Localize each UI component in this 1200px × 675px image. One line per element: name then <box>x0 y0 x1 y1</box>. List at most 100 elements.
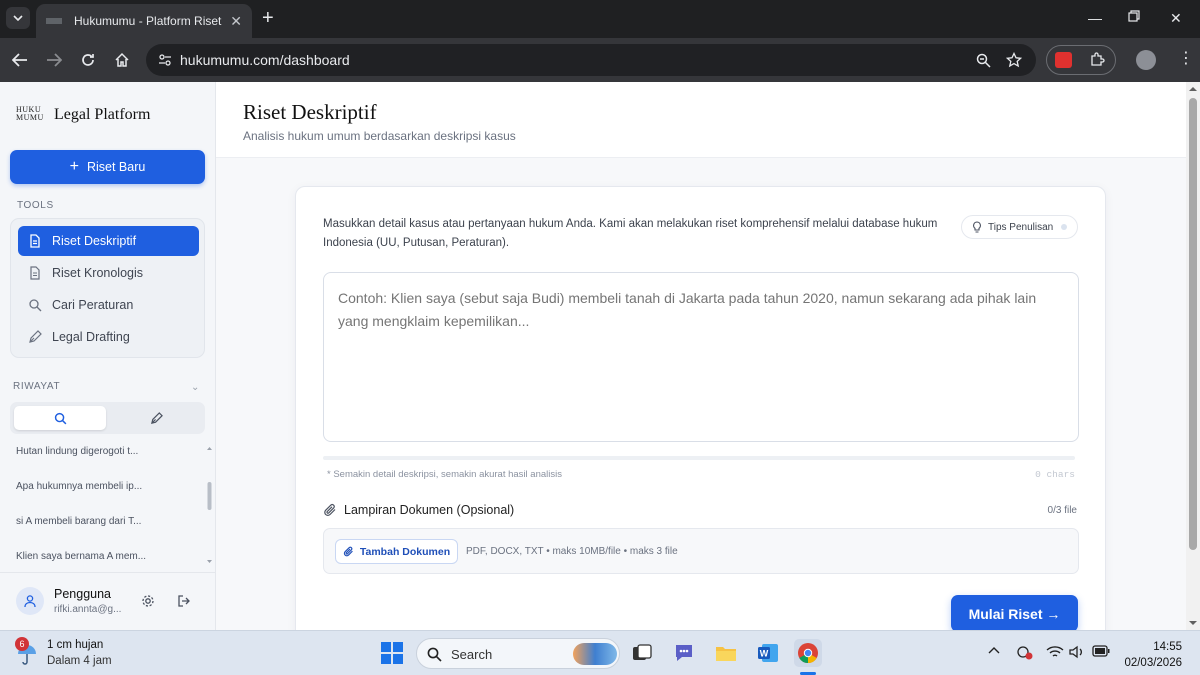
new-tab-button[interactable]: + <box>262 8 274 28</box>
restore-icon[interactable] <box>1128 10 1140 22</box>
intro-text: Masukkan detail kasus atau pertanyaan hu… <box>323 218 938 249</box>
search-highlight-image <box>573 643 617 665</box>
taskbar-search[interactable]: Search <box>416 638 620 669</box>
avatar[interactable] <box>16 587 44 615</box>
pen-icon <box>150 411 163 424</box>
extensions-group <box>1046 45 1116 75</box>
tools-section-label: TOOLS <box>17 200 54 211</box>
browser-toolbar: hukumumu.com/dashboard ⋮ <box>0 38 1200 82</box>
site-settings-icon[interactable] <box>158 53 172 67</box>
main-content: Riset Deskriptif Analisis hukum umum ber… <box>216 82 1186 630</box>
allowed-formats-text: PDF, DOCX, TXT • maks 10MB/file • maks 3… <box>466 546 678 557</box>
zoom-icon[interactable] <box>976 53 991 68</box>
search-icon <box>29 299 42 312</box>
tools-menu: Riset Deskriptif Riset Kronologis Cari P… <box>10 218 205 358</box>
sidebar: HUKU MUMU Legal Platform + Riset Baru TO… <box>0 82 216 630</box>
weather-badge: 6 <box>15 637 29 651</box>
volume-icon[interactable] <box>1069 645 1085 659</box>
page-subtitle: Analisis hukum umum berdasarkan deskrips… <box>243 129 516 143</box>
case-description-input[interactable] <box>323 272 1079 442</box>
weather-line1: 1 cm hujan <box>47 639 104 651</box>
profile-avatar-icon[interactable] <box>1136 50 1156 70</box>
char-counter: 0 chars <box>1035 469 1075 480</box>
bookmark-star-icon[interactable] <box>1006 52 1022 68</box>
weather-line2: Dalam 4 jam <box>47 655 112 667</box>
tool-riset-kronologis[interactable]: Riset Kronologis <box>18 258 199 288</box>
tab-search-button[interactable] <box>6 7 30 29</box>
user-panel: Pengguna rifki.annta@g... <box>0 572 216 630</box>
puzzle-icon[interactable] <box>1089 52 1105 68</box>
address-bar[interactable]: hukumumu.com/dashboard <box>146 44 1036 76</box>
user-icon <box>24 595 36 608</box>
tool-cari-peraturan[interactable]: Cari Peraturan <box>18 290 199 320</box>
scrollbar-thumb[interactable] <box>1189 98 1197 550</box>
history-item[interactable]: Apa hukumnya membeli ip... <box>16 481 142 492</box>
logo-mark: HUKU MUMU <box>16 105 44 122</box>
history-item[interactable]: Klien saya bernama A mem... <box>16 551 146 562</box>
extension-icon[interactable] <box>1055 52 1072 68</box>
writing-tips-button[interactable]: Tips Penulisan <box>961 215 1078 239</box>
word-icon[interactable]: W <box>754 639 782 667</box>
home-icon[interactable] <box>112 50 132 70</box>
close-window-icon[interactable]: ✕ <box>1170 10 1182 27</box>
battery-icon[interactable] <box>1092 645 1110 657</box>
page-title: Riset Deskriptif <box>243 100 377 124</box>
tool-legal-drafting[interactable]: Legal Drafting <box>18 322 199 352</box>
browser-menu-icon[interactable]: ⋮ <box>1178 50 1194 68</box>
file-explorer-icon[interactable] <box>712 639 740 667</box>
svg-text:W: W <box>760 649 769 659</box>
history-item[interactable]: Hutan lindung digerogoti t... <box>16 446 138 457</box>
add-document-button[interactable]: Tambah Dokumen <box>335 539 458 564</box>
system-clock[interactable]: 14:55 02/03/2026 <box>1124 639 1182 671</box>
research-form-card: Masukkan detail kasus atau pertanyaan hu… <box>295 186 1106 630</box>
chevron-down-icon <box>13 15 23 21</box>
logo-text: Legal Platform <box>54 106 151 123</box>
search-icon <box>427 647 442 662</box>
chevron-down-icon[interactable]: ⌄ <box>191 382 199 393</box>
tab-title: Hukumumu - Platform Riset Hu <box>74 14 225 28</box>
lightbulb-icon <box>973 221 981 233</box>
history-item[interactable]: si A membeli barang dari T... <box>16 516 141 527</box>
tool-riset-deskriptif[interactable]: Riset Deskriptif <box>18 226 199 256</box>
site-favicon-icon <box>46 18 62 24</box>
history-drafting-tab[interactable] <box>110 406 202 430</box>
forward-icon[interactable] <box>44 50 64 70</box>
tips-indicator <box>1061 224 1068 230</box>
paperclip-icon <box>324 504 336 516</box>
minimize-icon[interactable]: — <box>1088 10 1102 26</box>
user-email: rifki.annta@g... <box>54 604 122 615</box>
back-icon[interactable] <box>10 50 30 70</box>
wifi-icon[interactable] <box>1046 645 1064 659</box>
os-taskbar: 6 1 cm hujan Dalam 4 jam Search W 14:55 … <box>0 630 1200 675</box>
windows-start-icon[interactable] <box>378 639 406 667</box>
detail-progress-bar <box>323 456 1075 460</box>
browser-tabbar: Hukumumu - Platform Riset Hu ✕ + — ✕ <box>0 0 1200 38</box>
page-header: Riset Deskriptif Analisis hukum umum ber… <box>216 82 1186 158</box>
close-tab-icon[interactable]: ✕ <box>230 13 242 30</box>
task-view-icon[interactable] <box>628 639 656 667</box>
start-research-button[interactable]: Mulai Riset → <box>951 595 1078 630</box>
document-icon <box>30 234 40 248</box>
reload-icon[interactable] <box>78 50 98 70</box>
paperclip-icon <box>343 546 353 557</box>
history-scrollbar[interactable] <box>206 444 213 566</box>
document-list-icon <box>30 266 40 280</box>
chrome-icon[interactable] <box>794 639 822 667</box>
pen-icon <box>29 330 42 343</box>
new-research-button[interactable]: + Riset Baru <box>10 150 205 184</box>
search-icon <box>54 412 66 424</box>
history-filter-toggle <box>10 402 205 434</box>
user-name: Pengguna <box>54 587 112 601</box>
history-search-tab[interactable] <box>14 406 106 430</box>
gear-icon[interactable] <box>141 594 155 608</box>
security-icon[interactable] <box>1016 645 1034 661</box>
chevron-up-icon[interactable] <box>988 645 1000 657</box>
teams-chat-icon[interactable] <box>670 639 698 667</box>
plus-icon: + <box>69 158 79 175</box>
attachments-title: Lampiran Dokumen (Opsional) <box>323 503 514 517</box>
attachments-count: 0/3 file <box>1047 505 1077 516</box>
page-scrollbar[interactable] <box>1186 82 1200 630</box>
browser-tab-active[interactable]: Hukumumu - Platform Riset Hu ✕ <box>36 4 252 38</box>
attachment-dropzone[interactable]: Tambah Dokumen PDF, DOCX, TXT • maks 10M… <box>323 528 1079 574</box>
logout-icon[interactable] <box>177 594 191 608</box>
